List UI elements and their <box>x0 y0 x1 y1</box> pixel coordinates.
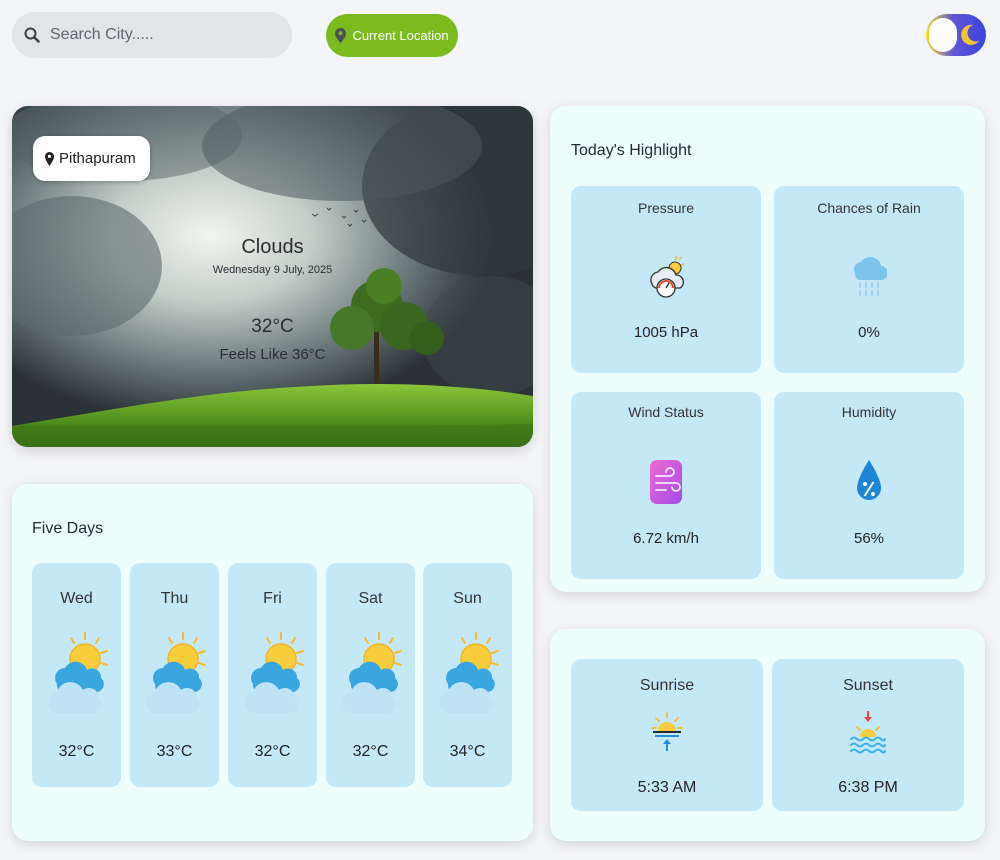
forecast-day-card: Fri 32°C <box>228 563 317 787</box>
moon-icon <box>961 24 979 45</box>
five-day-forecast-card: Five Days Wed 32°C Thu 33°C Fri 32°C Sat… <box>12 484 533 841</box>
forecast-day-card: Thu 33°C <box>130 563 219 787</box>
forecast-day-temp: 33°C <box>156 743 193 760</box>
pressure-label: Pressure <box>637 200 695 216</box>
location-pin-icon <box>45 151 54 166</box>
city-badge: Pithapuram <box>33 136 150 181</box>
wind-status-tile: Wind Status 6.72 km/h <box>571 392 761 579</box>
sun-cloud-icon <box>437 632 499 714</box>
weather-condition: Clouds <box>241 236 304 258</box>
pressure-icon <box>650 256 685 298</box>
feels-like-temperature: Feels Like 36°C <box>219 346 326 363</box>
search-bar[interactable] <box>12 12 292 58</box>
current-location-button[interactable]: Current Location <box>326 14 458 57</box>
toggle-knob <box>929 18 957 52</box>
pressure-tile: Pressure 1005 hPa <box>571 186 761 373</box>
forecast-day-name: Fri <box>263 590 282 607</box>
sunrise-tile: Sunrise 5:33 AM <box>571 659 763 811</box>
forecast-day-name: Sun <box>453 590 482 607</box>
sunset-label: Sunset <box>843 677 893 694</box>
humidity-tile: Humidity 56% <box>774 392 964 579</box>
current-temperature: 32°C <box>251 316 294 337</box>
forecast-day-temp: 34°C <box>449 743 486 760</box>
humidity-drop-icon <box>857 460 881 500</box>
city-name: Pithapuram <box>59 150 136 167</box>
forecast-day-name: Wed <box>60 590 93 607</box>
humidity-label: Humidity <box>841 404 897 420</box>
sunrise-icon <box>651 712 683 751</box>
forecast-day-card: Sun 34°C <box>423 563 512 787</box>
sunset-value: 6:38 PM <box>838 779 898 796</box>
search-input[interactable] <box>50 26 270 44</box>
forecast-day-temp: 32°C <box>58 743 95 760</box>
sunset-tile: Sunset 6:38 PM <box>772 659 964 811</box>
sun-cloud-icon <box>144 632 206 714</box>
pressure-value: 1005 hPa <box>633 324 699 341</box>
wind-icon <box>650 460 682 504</box>
forecast-day-temp: 32°C <box>254 743 291 760</box>
forecast-title: Five Days <box>32 520 104 537</box>
rain-chance-value: 0% <box>858 324 880 341</box>
sun-times-card: Sunrise 5:33 AM Sunset 6:38 PM <box>550 629 985 841</box>
sun-cloud-icon <box>46 632 108 714</box>
forecast-day-card: Wed 32°C <box>32 563 121 787</box>
search-icon <box>24 27 40 43</box>
current-location-label: Current Location <box>352 28 449 43</box>
location-pin-icon <box>335 28 347 43</box>
todays-highlight-card: Today's Highlight Pressure 1005 hPa Chan… <box>550 106 985 592</box>
humidity-value: 56% <box>853 530 885 547</box>
rain-cloud-icon <box>853 257 887 296</box>
wind-status-label: Wind Status <box>628 404 704 420</box>
sunrise-value: 5:33 AM <box>637 779 697 796</box>
rain-chance-tile: Chances of Rain 0% <box>774 186 964 373</box>
forecast-day-name: Thu <box>160 590 189 607</box>
forecast-day-card: Sat 32°C <box>326 563 415 787</box>
forecast-day-name: Sat <box>358 590 383 607</box>
theme-toggle[interactable] <box>926 14 986 56</box>
forecast-day-temp: 32°C <box>352 743 389 760</box>
sunrise-label: Sunrise <box>639 677 695 694</box>
sun-cloud-icon <box>340 632 402 714</box>
wind-status-value: 6.72 km/h <box>633 530 699 547</box>
sun-cloud-icon <box>242 632 304 714</box>
current-weather-card: Pithapuram Clouds Wednesday 9 July, 2025… <box>12 106 533 447</box>
current-date: Wednesday 9 July, 2025 <box>212 264 333 276</box>
rain-chance-label: Chances of Rain <box>817 200 921 216</box>
sunset-icon <box>850 711 886 754</box>
highlight-title: Today's Highlight <box>571 142 692 159</box>
